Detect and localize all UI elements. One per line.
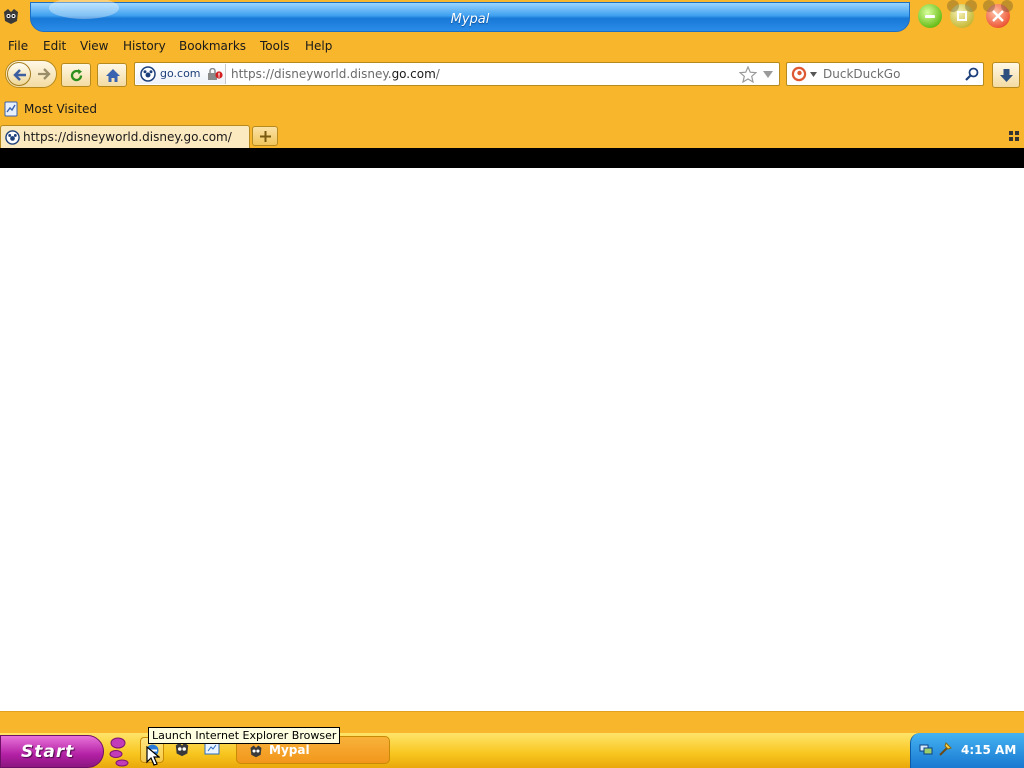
- tab-title: https://disneyworld.disney.go.com/: [23, 130, 232, 144]
- plus-icon: [260, 131, 271, 142]
- url-prefix: https://disneyworld.disney.: [231, 67, 392, 81]
- home-icon: [106, 69, 120, 82]
- home-button[interactable]: [97, 63, 127, 87]
- tab-strip: https://disneyworld.disney.go.com/: [0, 122, 1024, 148]
- most-visited-label: Most Visited: [24, 102, 98, 116]
- back-button[interactable]: [7, 62, 31, 86]
- menu-view[interactable]: View: [80, 39, 108, 53]
- duckduckgo-engine-icon[interactable]: [791, 66, 807, 82]
- maximize-icon: [957, 11, 967, 21]
- window-title: Mypal: [450, 12, 490, 27]
- minimize-icon: [925, 15, 935, 18]
- smart-folder-icon: [4, 101, 18, 117]
- tab-active[interactable]: https://disneyworld.disney.go.com/: [0, 125, 250, 148]
- site-identity-label: go.com: [160, 67, 201, 80]
- mouse-cursor-icon: [146, 746, 160, 766]
- page-loading-bar: [0, 148, 1024, 168]
- start-label: Start: [21, 742, 75, 762]
- menu-tools[interactable]: Tools: [260, 39, 290, 53]
- site-identity-button[interactable]: go.com: [136, 64, 226, 84]
- tab-list-icon[interactable]: [1009, 131, 1019, 141]
- page-content-area[interactable]: [0, 168, 1024, 711]
- bookmarks-toolbar: Most Visited: [0, 96, 1024, 122]
- menu-bar: File Edit View History Bookmarks Tools H…: [0, 36, 1024, 58]
- back-arrow-icon: [13, 69, 26, 81]
- url-text: https://disneyworld.disney.go.com/: [231, 67, 440, 81]
- back-forward-group: [5, 60, 57, 88]
- menu-history[interactable]: History: [123, 39, 166, 53]
- url-history-dropdown-icon[interactable]: [763, 71, 773, 78]
- reload-button[interactable]: [61, 63, 91, 87]
- search-bar[interactable]: DuckDuckGo: [786, 62, 984, 86]
- url-domain: go.com: [391, 67, 436, 81]
- tab-favicon-icon: [5, 130, 20, 145]
- title-bar[interactable]: Mypal: [0, 0, 1024, 36]
- bookmark-star-icon[interactable]: [739, 66, 757, 83]
- menu-bookmarks[interactable]: Bookmarks: [179, 39, 246, 53]
- downloads-button[interactable]: [992, 62, 1020, 88]
- reload-icon: [70, 69, 83, 82]
- new-tab-button[interactable]: [252, 126, 278, 146]
- mypal-app-icon[interactable]: [2, 7, 20, 25]
- menu-file[interactable]: File: [8, 39, 28, 53]
- close-icon: [992, 10, 1004, 22]
- download-arrow-icon: [1000, 69, 1013, 82]
- site-favicon-icon: [140, 66, 156, 82]
- task-label: Mypal: [269, 743, 310, 757]
- close-button[interactable]: [983, 0, 1013, 28]
- mypal-task-icon: [250, 745, 262, 758]
- search-placeholder: DuckDuckGo: [823, 67, 901, 81]
- minimize-button[interactable]: [918, 4, 942, 28]
- start-button[interactable]: Start: [0, 735, 104, 768]
- search-icon[interactable]: [965, 67, 979, 81]
- search-engine-dropdown-icon[interactable]: [810, 72, 817, 77]
- navigation-toolbar: go.com https://disneyworld.disney.go.com…: [0, 58, 1024, 96]
- security-tray-icon[interactable]: [937, 741, 953, 757]
- url-suffix: /: [435, 67, 440, 81]
- system-tray: 4:15 AM: [910, 733, 1024, 768]
- start-decoration-icon: [109, 737, 129, 767]
- url-bar[interactable]: go.com https://disneyworld.disney.go.com…: [134, 62, 780, 86]
- maximize-button[interactable]: [947, 0, 977, 28]
- quicklaunch-tooltip: Launch Internet Explorer Browser: [148, 727, 341, 744]
- menu-edit[interactable]: Edit: [43, 39, 66, 53]
- clock[interactable]: 4:15 AM: [961, 743, 1016, 757]
- title-strip: Mypal: [30, 0, 910, 32]
- network-tray-icon[interactable]: [919, 742, 933, 756]
- menu-help[interactable]: Help: [305, 39, 332, 53]
- insecure-lock-icon: [208, 68, 223, 80]
- forward-arrow-icon[interactable]: [37, 67, 51, 81]
